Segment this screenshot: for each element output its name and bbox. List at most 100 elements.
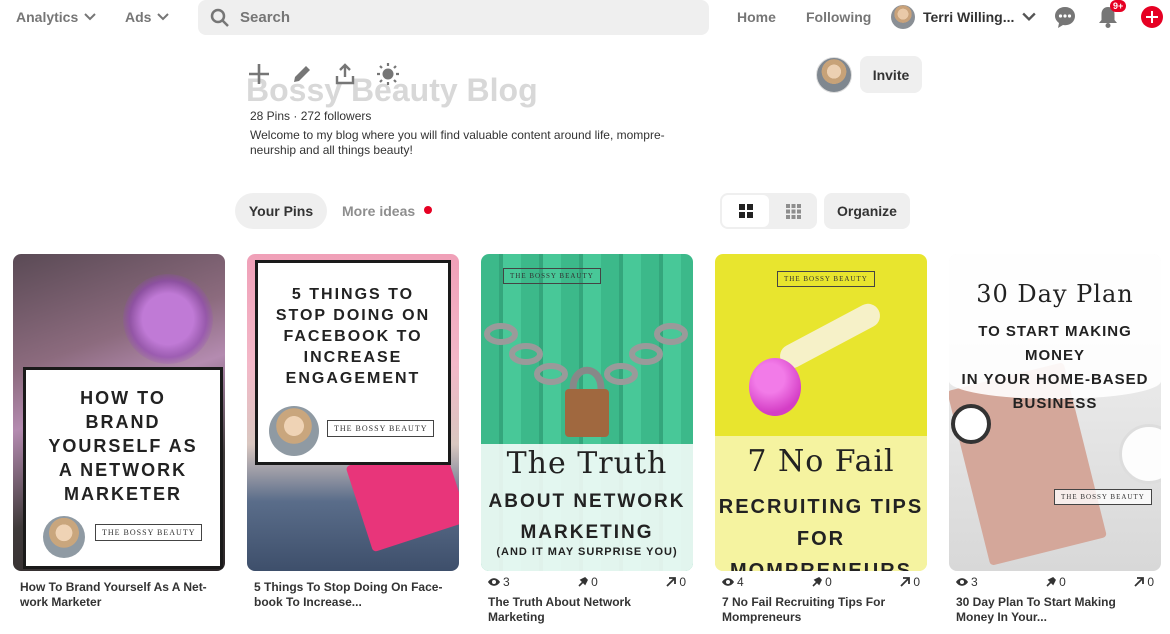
clicks-count: 0 xyxy=(679,575,686,589)
clicks-stat: 0 xyxy=(900,575,920,589)
pin-icon xyxy=(812,577,823,587)
pin-title[interactable]: 5 Things To Stop Doing On Face-book To I… xyxy=(247,580,452,610)
apple-decor xyxy=(749,358,801,416)
pin-card[interactable]: 5 THINGS TO STOP DOING ON FACEBOOK TO IN… xyxy=(247,254,459,610)
chevron-down-icon[interactable] xyxy=(1022,10,1037,24)
ads-label: Ads xyxy=(125,9,152,25)
image-line: FACEBOOK TO xyxy=(283,328,423,345)
image-line: MARKETER xyxy=(64,484,182,504)
saves-count: 0 xyxy=(591,575,598,589)
image-line: INCREASE xyxy=(303,349,403,366)
owner-avatar[interactable] xyxy=(816,57,852,93)
following-link[interactable]: Following xyxy=(806,9,871,25)
tab-more-ideas[interactable]: More ideas xyxy=(342,203,415,219)
pin-stats: 4 0 0 xyxy=(715,571,927,589)
image-headline: TO START MAKING MONEY IN YOUR HOME-BASED… xyxy=(949,320,1161,416)
pin-card[interactable]: 30 Day Plan TO START MAKING MONEY IN YOU… xyxy=(949,254,1161,625)
messages-icon[interactable] xyxy=(1052,4,1078,30)
pin-title[interactable]: 7 No Fail Recruiting Tips For Mompreneur… xyxy=(715,595,920,625)
eye-icon xyxy=(722,578,734,586)
image-script: 7 No Fail xyxy=(747,444,895,479)
arrow-up-right-icon xyxy=(666,577,677,587)
saves-stat: 0 xyxy=(578,575,598,589)
author-photo xyxy=(43,516,85,558)
create-plus-icon[interactable] xyxy=(1141,6,1163,28)
pin-card[interactable]: THE BOSSY BEAUTY The Truth ABOUT NETWORK… xyxy=(481,254,693,625)
notification-badge: 9+ xyxy=(1110,0,1127,12)
cup-decor xyxy=(1119,424,1161,484)
pin-image[interactable]: THE BOSSY BEAUTY 7 No Fail RECRUITING TI… xyxy=(715,254,927,571)
pin-title[interactable]: 30 Day Plan To Start Making Money In You… xyxy=(949,595,1154,625)
image-line: YOURSELF AS xyxy=(48,436,198,456)
brand-badge: THE BOSSY BEAUTY xyxy=(95,524,203,541)
pin-stats: 3 0 0 xyxy=(949,571,1161,589)
image-line: TO START MAKING MONEY xyxy=(978,323,1132,364)
analytics-label: Analytics xyxy=(16,9,79,25)
pin-card[interactable]: THE BOSSY BEAUTY 7 No Fail RECRUITING TI… xyxy=(715,254,927,625)
image-script: 30 Day Plan xyxy=(976,280,1134,308)
share-upload-icon[interactable] xyxy=(333,62,357,86)
invite-button[interactable]: Invite xyxy=(860,56,922,93)
add-icon[interactable] xyxy=(247,62,271,86)
pin-icon xyxy=(1046,577,1057,587)
board-description: Welcome to my blog where you will find v… xyxy=(250,128,665,157)
image-line: ABOUT NETWORK xyxy=(488,491,686,512)
image-line: FOR MOMPRENEURS xyxy=(729,528,912,571)
ads-menu[interactable]: Ads xyxy=(125,9,170,25)
pin-image[interactable]: 5 THINGS TO STOP DOING ON FACEBOOK TO IN… xyxy=(247,254,459,571)
pin-card[interactable]: HOW TO BRAND YOURSELF AS A NETWORK MARKE… xyxy=(13,254,225,610)
flowers-decor xyxy=(123,274,213,364)
arrow-up-right-icon xyxy=(1134,577,1145,587)
organize-button[interactable]: Organize xyxy=(824,193,910,229)
clicks-count: 0 xyxy=(913,575,920,589)
grid-large-view-button[interactable] xyxy=(722,195,769,227)
home-link[interactable]: Home xyxy=(737,9,776,25)
search-icon xyxy=(210,8,229,27)
brand-badge: THE BOSSY BEAUTY xyxy=(1054,489,1152,505)
chevron-down-icon xyxy=(84,13,96,21)
pin-image[interactable]: HOW TO BRAND YOURSELF AS A NETWORK MARKE… xyxy=(13,254,225,571)
search-input[interactable]: Search xyxy=(198,0,709,35)
grid-small-view-button[interactable] xyxy=(771,195,815,227)
pin-image[interactable]: 30 Day Plan TO START MAKING MONEY IN YOU… xyxy=(949,254,1161,571)
user-menu[interactable]: Terri Willing... xyxy=(891,5,1037,29)
views-count: 3 xyxy=(971,575,978,589)
image-headline: 5 THINGS TO STOP DOING ON FACEBOOK TO IN… xyxy=(255,284,451,389)
saves-count: 0 xyxy=(1059,575,1066,589)
pin-title[interactable]: The Truth About Network Marketing xyxy=(481,595,686,625)
eye-icon xyxy=(956,578,968,586)
image-headline: HOW TO BRAND YOURSELF AS A NETWORK MARKE… xyxy=(23,386,223,506)
brand-badge: THE BOSSY BEAUTY xyxy=(327,420,435,437)
author-photo xyxy=(269,406,319,456)
board-toolbar xyxy=(247,62,400,86)
brand-badge: THE BOSSY BEAUTY xyxy=(777,271,875,287)
edit-pencil-icon[interactable] xyxy=(290,62,314,86)
arrow-up-right-icon xyxy=(900,577,911,587)
views-stat: 4 xyxy=(722,575,744,589)
top-nav-bar: Analytics Ads Search Home Following Terr… xyxy=(0,0,1170,36)
chevron-down-icon xyxy=(157,13,170,21)
grid-small-icon xyxy=(785,203,801,219)
image-line: ENGAGEMENT xyxy=(285,370,421,387)
search-placeholder: Search xyxy=(240,9,291,26)
views-count: 4 xyxy=(737,575,744,589)
image-line: MARKETING xyxy=(520,522,654,543)
saves-stat: 0 xyxy=(1046,575,1066,589)
sparkle-settings-icon[interactable] xyxy=(376,62,400,86)
image-headline: RECRUITING TIPS FOR MOMPRENEURS xyxy=(715,491,927,571)
tab-your-pins[interactable]: Your Pins xyxy=(235,193,327,229)
chain-lock-decor xyxy=(484,323,688,437)
image-line: RECRUITING TIPS xyxy=(718,496,924,518)
clicks-stat: 0 xyxy=(1134,575,1154,589)
views-stat: 3 xyxy=(956,575,978,589)
board-stats: 28 Pins · 272 followers xyxy=(250,109,372,123)
image-script: The Truth xyxy=(506,446,668,481)
pin-icon xyxy=(578,577,589,587)
pin-image[interactable]: THE BOSSY BEAUTY The Truth ABOUT NETWORK… xyxy=(481,254,693,571)
saves-count: 0 xyxy=(825,575,832,589)
image-line: BUSINESS xyxy=(1012,395,1098,412)
new-ideas-dot xyxy=(424,206,432,214)
image-subline: (AND IT MAY SURPRISE YOU) xyxy=(496,546,678,558)
pin-title[interactable]: How To Brand Yourself As A Net-work Mark… xyxy=(13,580,218,610)
analytics-menu[interactable]: Analytics xyxy=(16,9,96,25)
